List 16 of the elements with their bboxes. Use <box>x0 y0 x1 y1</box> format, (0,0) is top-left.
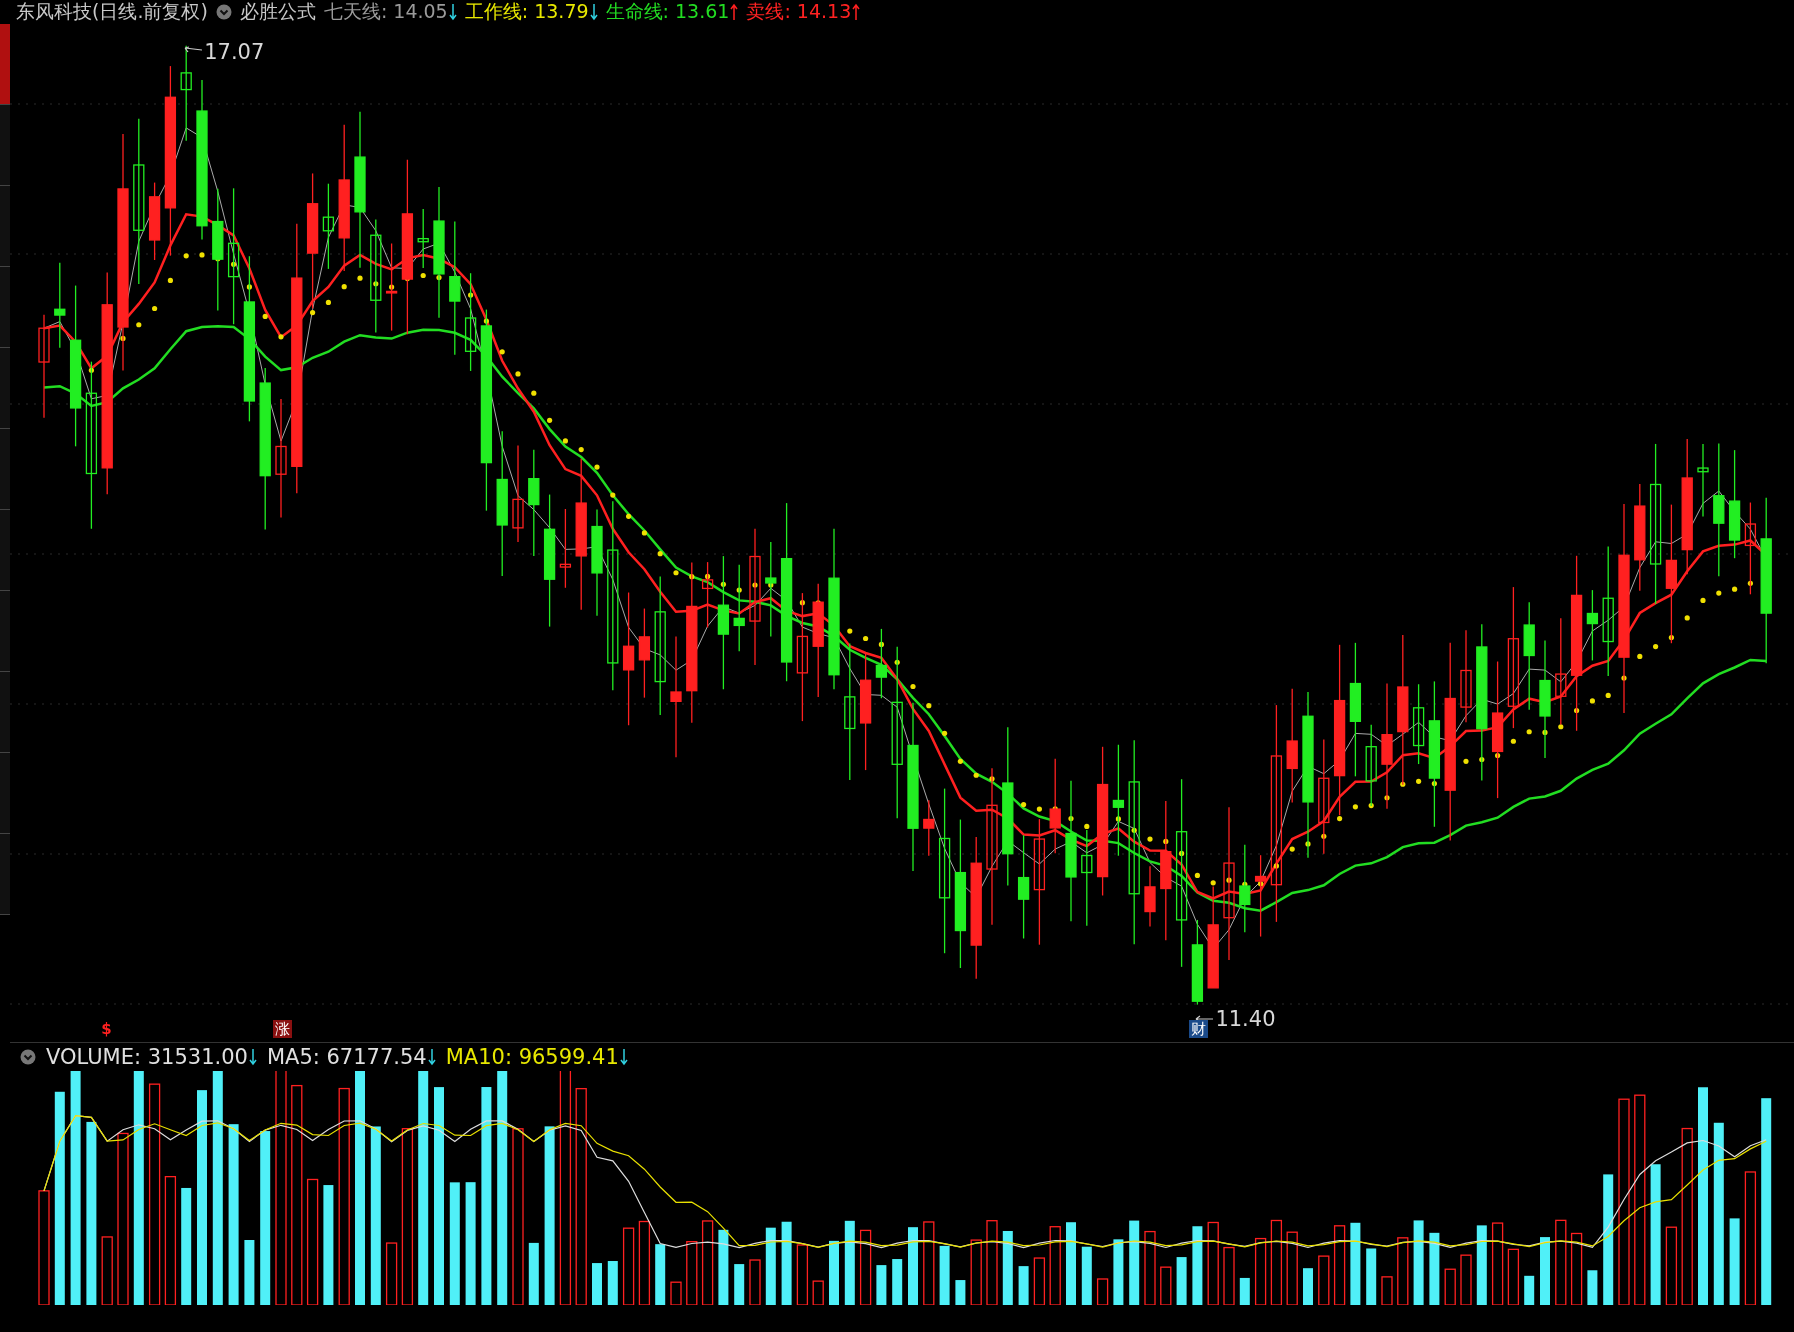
dropdown-icon[interactable] <box>215 4 232 20</box>
price-low-label: 11.40 <box>1215 1006 1276 1031</box>
chart-marker: 涨 <box>273 1020 292 1038</box>
indicator-name: 必胜公式 <box>239 0 316 24</box>
chart-marker: $ <box>100 1020 113 1038</box>
indicator-reading: VOLUME: 31531.00 <box>46 1045 248 1069</box>
price-high-label: 17.07 <box>204 39 265 64</box>
chart-marker: 财 <box>1189 1020 1209 1038</box>
indicator-reading: 七天线: 14.05 <box>323 0 448 24</box>
indicator-reading: 工作线: 13.79 <box>464 0 589 24</box>
chart-title: 东风科技(日线.前复权) <box>16 0 208 24</box>
dropdown-icon[interactable] <box>20 1049 36 1065</box>
indicator-reading: MA10: 96599.41 <box>445 1045 619 1069</box>
indicator-reading: MA5: 67177.54 <box>266 1045 427 1069</box>
indicator-reading: 生命线: 13.61 <box>605 0 730 24</box>
indicator-reading: 卖线: 14.13 <box>746 0 852 24</box>
